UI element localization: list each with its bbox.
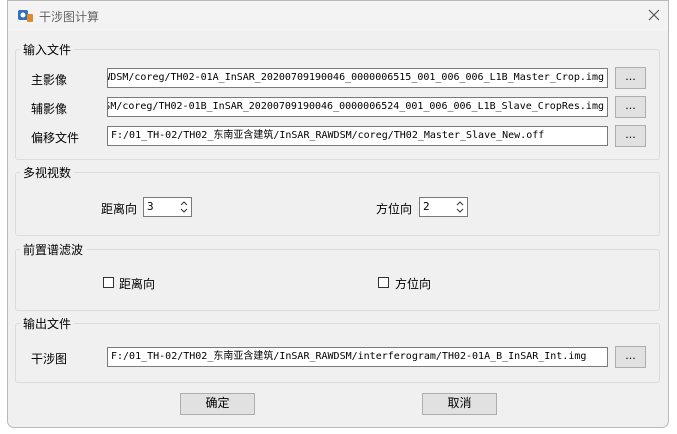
master-image-path[interactable]: F:/01_TH-02/TH02_东南亚含建筑/InSAR_RAWDSM/cor…	[107, 68, 608, 88]
offset-file-label: 偏移文件	[31, 131, 80, 145]
prefilter-group: 前置谱滤波	[15, 241, 660, 311]
multilook-azimuth-label: 方位向	[376, 202, 413, 216]
spin-arrows-icon[interactable]	[454, 199, 466, 215]
offset-file-path[interactable]: F:/01_TH-02/TH02_东南亚含建筑/InSAR_RAWDSM/cor…	[107, 126, 608, 146]
filter-azimuth-label[interactable]: 方位向	[395, 275, 431, 292]
dialog-window: 干涉图计算 输入文件 主影像 F:/01_TH-02/TH02_东南亚含建筑/I…	[7, 0, 669, 428]
interferogram-browse-button[interactable]: ...	[615, 346, 646, 368]
interferogram-label: 干涉图	[31, 352, 68, 366]
cancel-button[interactable]: 取消	[422, 393, 497, 415]
offset-browse-button[interactable]: ...	[615, 125, 646, 147]
prefilter-legend: 前置谱滤波	[23, 243, 84, 257]
multilook-range-value: 3	[147, 200, 154, 213]
app-icon	[18, 10, 33, 22]
multilook-range-label: 距离向	[101, 202, 138, 216]
master-browse-button[interactable]: ...	[615, 67, 646, 89]
close-icon[interactable]	[646, 7, 662, 23]
multilook-legend: 多视视数	[23, 166, 72, 180]
filter-range-label[interactable]: 距离向	[119, 275, 155, 292]
multilook-azimuth-value: 2	[423, 200, 430, 213]
multilook-range-spinbox[interactable]: 3	[143, 197, 192, 217]
filter-azimuth-checkbox[interactable]	[378, 277, 389, 288]
slave-image-path[interactable]: F:/01_TH-02/TH02_东南亚含建筑/InSAR_RAWDSM/cor…	[107, 97, 608, 117]
ok-button[interactable]: 确定	[180, 393, 255, 415]
master-image-label: 主影像	[31, 73, 68, 87]
slave-browse-button[interactable]: ...	[615, 96, 646, 118]
title-bar[interactable]: 干涉图计算	[8, 1, 668, 31]
multilook-azimuth-spinbox[interactable]: 2	[419, 197, 468, 217]
slave-image-label: 辅影像	[31, 102, 68, 116]
spin-arrows-icon[interactable]	[178, 199, 190, 215]
input-files-legend: 输入文件	[23, 43, 72, 57]
window-title: 干涉图计算	[39, 10, 100, 24]
filter-range-checkbox[interactable]	[103, 277, 114, 288]
output-files-legend: 输出文件	[23, 317, 72, 331]
interferogram-path[interactable]: F:/01_TH-02/TH02_东南亚含建筑/InSAR_RAWDSM/int…	[107, 347, 608, 367]
